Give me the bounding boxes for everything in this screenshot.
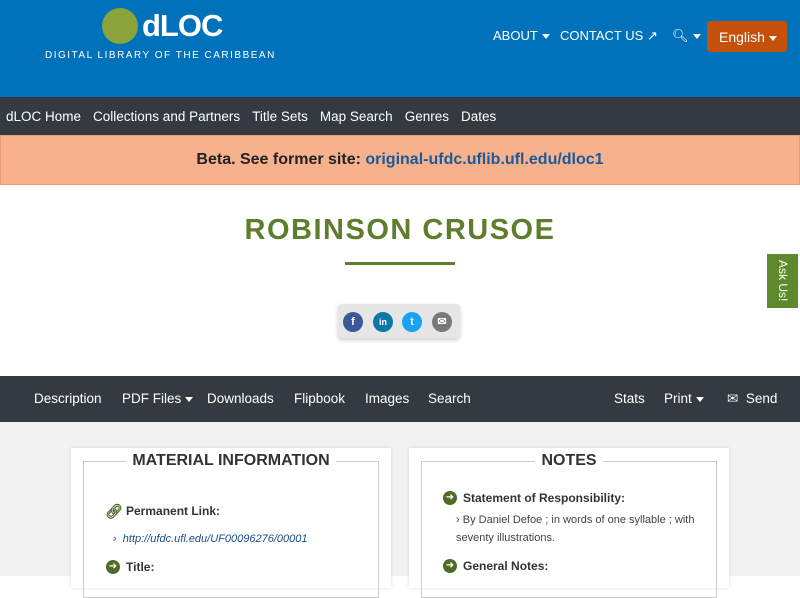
facebook-icon[interactable]: f [343,312,363,332]
search-icon: 🔍︎ [672,28,689,43]
caret-down-icon [768,35,777,41]
sor-label: Statement of Responsibility: [463,491,626,505]
linkedin-icon[interactable]: in [373,312,393,332]
language-label: English [719,29,765,45]
caret-down-icon [692,34,701,40]
search-menu[interactable]: 🔍︎ [672,28,701,44]
general-notes-label: General Notes: [463,559,549,573]
hummingbird-logo-icon[interactable] [102,8,138,44]
material-info-card: MATERIAL INFORMATION 🔗︎ Permanent Link: … [71,448,391,598]
arrow-circle-icon: ➜ [106,560,120,574]
ask-us-tab[interactable]: Ask Us! [765,252,800,310]
card-heading: NOTES [535,452,603,469]
permalink-label: Permanent Link: [126,504,221,518]
link-icon: 🔗︎ [105,503,123,519]
envelope-icon: ✉ [727,391,739,406]
tab-images[interactable]: Images [365,391,409,406]
twitter-icon[interactable]: t [402,312,422,332]
arrow-circle-icon: ➜ [443,559,457,573]
tab-pdf-files[interactable]: PDF Files [122,391,194,406]
caret-down-icon [185,396,194,402]
main-nav: dLOC Home Collections and Partners Title… [0,97,800,135]
notes-card: NOTES ➜ Statement of Responsibility: › B… [409,448,729,598]
nav-title-sets[interactable]: Title Sets [252,109,308,124]
external-link-icon: ↗ [646,28,658,43]
page-title: ROBINSON CRUSOE [244,214,556,246]
permalink-url[interactable]: http://ufdc.ufl.edu/UF00096276/00001 [123,533,308,545]
tab-print[interactable]: Print [664,391,704,406]
site-header: dLOC DIGITAL LIBRARY OF THE CARIBBEAN AB… [0,0,800,97]
send-label: Send [745,391,778,406]
beta-banner: Beta. See former site: original-ufdc.ufl… [0,135,800,185]
item-nav: Description PDF Files Downloads Flipbook… [0,376,800,422]
nav-dloc-home[interactable]: dLOC Home [6,109,81,124]
contact-label: CONTACT US [560,28,644,43]
nav-genres[interactable]: Genres [405,109,449,124]
email-icon[interactable]: ✉ [432,312,452,332]
pdf-label: PDF Files [122,391,182,406]
tab-search[interactable]: Search [428,391,471,406]
permalink[interactable]: › http://ufdc.ufl.edu/UF00096276/00001 [113,530,307,548]
about-menu[interactable]: ABOUT [493,28,550,43]
tab-stats[interactable]: Stats [614,391,645,406]
tab-description[interactable]: Description [34,391,102,406]
caret-down-icon [695,396,704,402]
sor-value: › By Daniel Defoe ; in words of one syll… [456,514,695,544]
sor-text: By Daniel Defoe ; in words of one syllab… [456,514,695,544]
tab-send[interactable]: ✉ Send [727,391,777,407]
arrow-circle-icon: ➜ [443,491,457,505]
title-underline [345,262,455,265]
print-label: Print [664,391,692,406]
about-label: ABOUT [493,28,538,43]
nav-dates[interactable]: Dates [461,109,496,124]
language-button[interactable]: English [707,21,787,52]
contact-link[interactable]: CONTACT US ↗ [560,28,658,44]
logo-subtitle: DIGITAL LIBRARY OF THE CARIBBEAN [45,50,276,61]
tab-downloads[interactable]: Downloads [207,391,274,406]
share-bar: f in t ✉ [338,304,460,338]
title-label: Title: [126,560,155,574]
nav-collections[interactable]: Collections and Partners [93,109,240,124]
logo-text[interactable]: dLOC [142,8,223,44]
tab-flipbook[interactable]: Flipbook [294,391,345,406]
former-site-link[interactable]: original-ufdc.uflib.ufl.edu/dloc1 [365,151,603,168]
beta-text: Beta. See former site: [196,151,366,168]
nav-map-search[interactable]: Map Search [320,109,393,124]
card-heading: MATERIAL INFORMATION [126,452,336,469]
caret-down-icon [541,34,550,40]
